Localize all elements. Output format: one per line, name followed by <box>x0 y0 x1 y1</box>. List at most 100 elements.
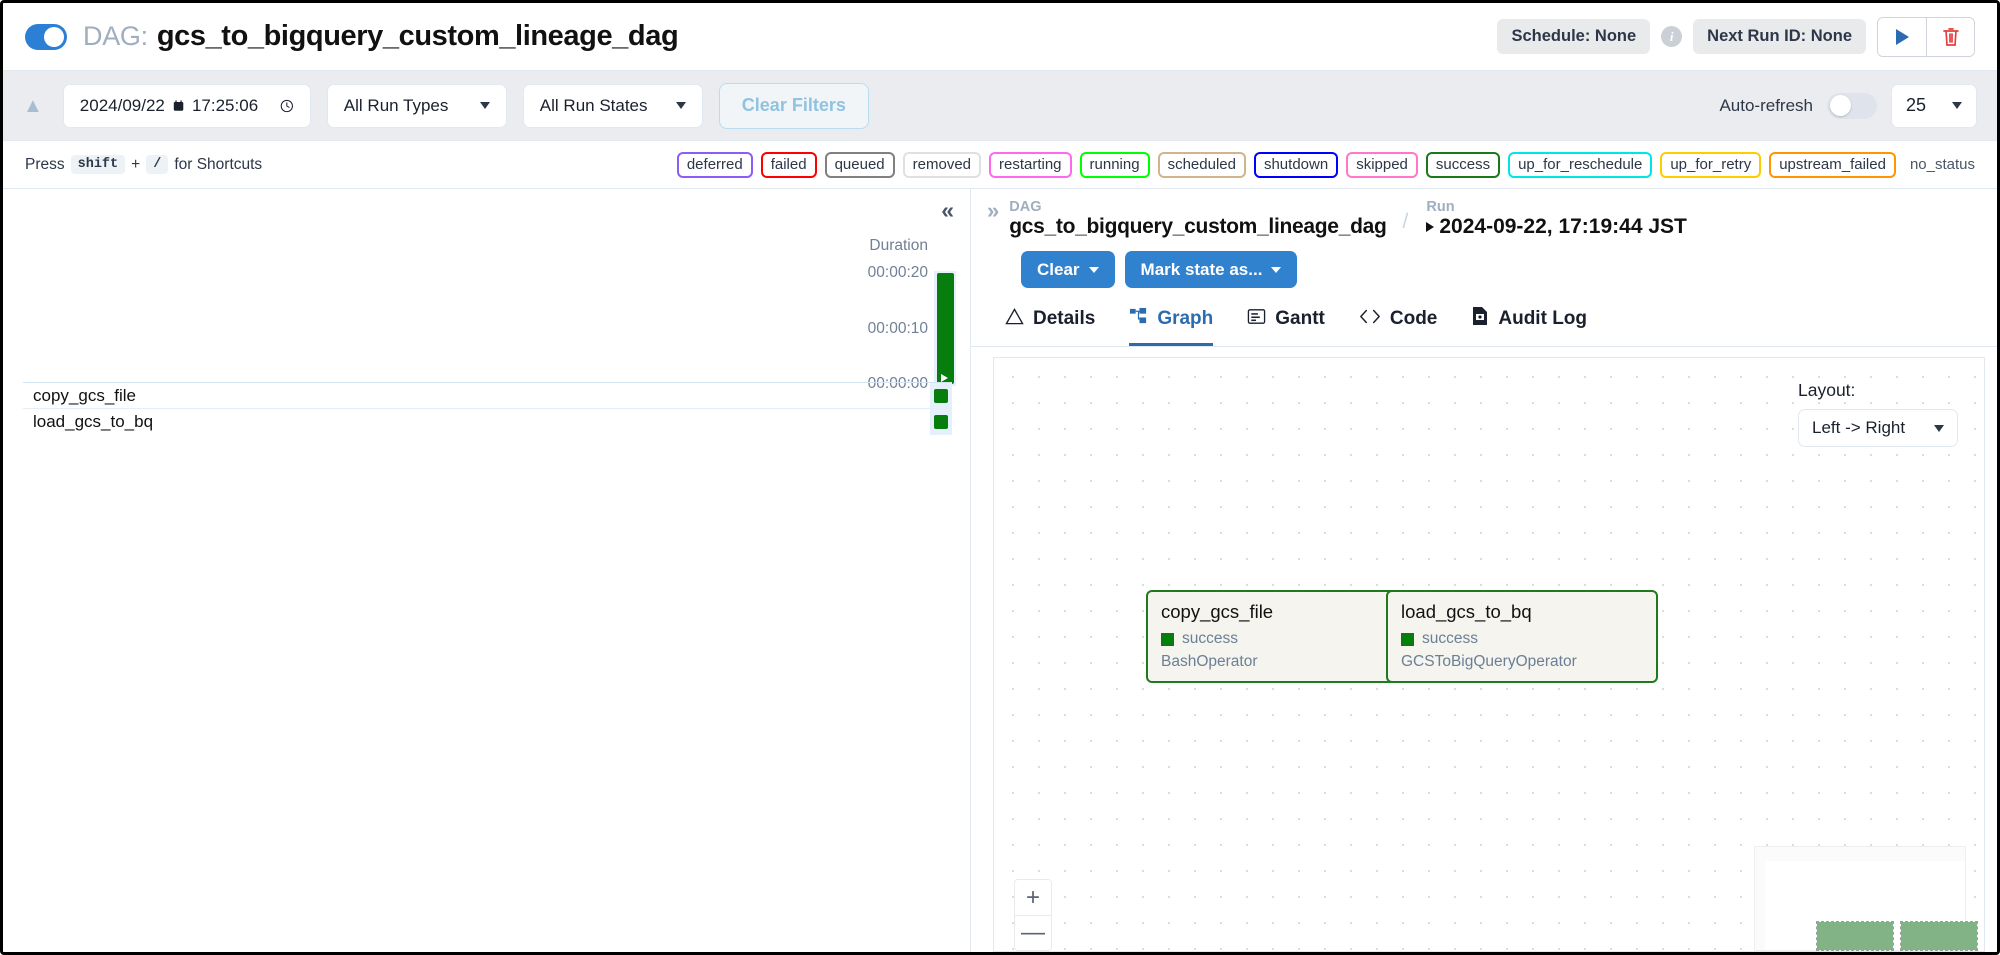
info-icon[interactable]: i <box>1661 26 1683 47</box>
graph-icon <box>1129 307 1148 332</box>
state-badge-skipped[interactable]: skipped <box>1346 151 1418 178</box>
task-instance-cell[interactable] <box>930 408 952 435</box>
layout-select[interactable]: Left -> Right <box>1798 409 1958 447</box>
minimap-node <box>1816 921 1894 951</box>
minimap-node <box>1900 921 1978 951</box>
graph-node-copy-gcs-file[interactable]: copy_gcs_file success BashOperator <box>1146 590 1418 683</box>
node-state-label: success <box>1422 630 1478 647</box>
tab-code[interactable]: Code <box>1359 306 1438 346</box>
triangle-alert-icon <box>1005 307 1024 332</box>
state-badge-up_for_reschedule[interactable]: up_for_reschedule <box>1508 151 1653 178</box>
state-badge-success[interactable]: success <box>1425 151 1501 178</box>
breadcrumb-run-value: 2024-09-22, 17:19:44 JST <box>1439 215 1687 238</box>
duration-title: Duration <box>869 237 928 254</box>
minimap-viewport <box>1765 861 1978 951</box>
axis-label-0: 00:00:20 <box>867 264 928 281</box>
run-marker-icon <box>940 374 948 382</box>
breadcrumb-run: Run 2024-09-22, 17:19:44 JST <box>1426 199 1687 239</box>
state-badge-scheduled[interactable]: scheduled <box>1157 151 1246 178</box>
state-badge-removed[interactable]: removed <box>902 151 981 178</box>
layout-control: Layout: Left -> Right <box>1798 380 1958 447</box>
dag-prefix-label: DAG: <box>83 21 148 51</box>
task-row[interactable]: copy_gcs_file <box>23 382 952 409</box>
run-date-input[interactable]: 2024/09/22 17:25:06 <box>62 83 311 128</box>
run-state-select[interactable]: All Run States <box>522 83 703 128</box>
graph-minimap[interactable] <box>1754 846 1978 951</box>
state-badge-running[interactable]: running <box>1079 151 1150 178</box>
next-run-id-chip: Next Run ID: None <box>1693 19 1866 54</box>
schedule-chip: Schedule: None <box>1497 19 1651 54</box>
dag-run-column[interactable] <box>934 271 956 386</box>
state-badge-restarting[interactable]: restarting <box>989 151 1072 178</box>
airflow-dag-page: DAG: gcs_to_bigquery_custom_lineage_dag … <box>0 0 2000 955</box>
delete-dag-button[interactable] <box>1926 17 1974 56</box>
state-badge-no-status[interactable]: no_status <box>1904 156 1975 173</box>
node-title: copy_gcs_file <box>1161 601 1274 622</box>
num-runs-value: 25 <box>1906 95 1927 115</box>
clear-button-label: Clear <box>1037 259 1080 279</box>
tab-label: Code <box>1389 308 1438 329</box>
breadcrumb-dag-value[interactable]: gcs_to_bigquery_custom_lineage_dag <box>1009 215 1387 239</box>
chevron-down-icon <box>675 102 686 109</box>
tab-label: Gantt <box>1275 308 1325 329</box>
auto-refresh-toggle[interactable] <box>1827 92 1877 119</box>
duration-chart: Duration 00:00:20 00:00:10 00:00:00 <box>836 237 956 392</box>
tab-gantt[interactable]: Gantt <box>1247 306 1325 346</box>
layout-label: Layout: <box>1798 380 1856 400</box>
breadcrumb-run-caption: Run <box>1426 199 1455 215</box>
zoom-controls: + — <box>1014 879 1052 951</box>
auto-refresh-label: Auto-refresh <box>1719 95 1813 115</box>
filter-bar-right: Auto-refresh 25 <box>1719 83 1977 128</box>
chevron-down-icon <box>1271 266 1282 273</box>
task-instance-cell[interactable] <box>930 382 952 409</box>
state-badge-upstream_failed[interactable]: upstream_failed <box>1769 151 1896 178</box>
chevron-down-icon <box>1934 424 1944 432</box>
node-title: load_gcs_to_bq <box>1401 601 1532 622</box>
dag-run-duration-bar[interactable] <box>936 273 954 384</box>
trash-icon <box>1942 27 1959 46</box>
chevron-down-icon <box>1952 102 1962 109</box>
date-value: 2024/09/22 <box>79 95 165 115</box>
dag-pause-toggle[interactable] <box>25 23 67 50</box>
tab-label: Audit Log <box>1498 308 1588 329</box>
main-content: « Duration 00:00:20 00:00:10 00:00:00 co… <box>3 189 1997 952</box>
plus-label: + <box>131 155 141 173</box>
graph-node-load-gcs-to-bq[interactable]: load_gcs_to_bq success GCSToBigQueryOper… <box>1386 590 1658 683</box>
mark-state-button[interactable]: Mark state as... <box>1124 251 1298 288</box>
run-expand-icon <box>1426 222 1435 232</box>
tab-graph[interactable]: Graph <box>1129 306 1214 346</box>
breadcrumb-run-value-wrap[interactable]: 2024-09-22, 17:19:44 JST <box>1426 215 1687 239</box>
state-badge-deferred[interactable]: deferred <box>676 151 753 178</box>
state-badge-queued[interactable]: queued <box>824 151 895 178</box>
trigger-dag-button[interactable] <box>1878 17 1926 56</box>
zoom-out-button[interactable]: — <box>1015 915 1051 950</box>
breadcrumb-separator: / <box>1402 210 1409 234</box>
state-badge-up_for_retry[interactable]: up_for_retry <box>1660 151 1762 178</box>
task-row[interactable]: load_gcs_to_bq <box>23 408 952 435</box>
state-badge-failed[interactable]: failed <box>760 151 817 178</box>
state-legend: deferred failed queued removed restarting run… <box>676 151 1975 178</box>
tab-audit-log[interactable]: Audit Log <box>1471 306 1587 346</box>
node-operator: GCSToBigQueryOperator <box>1401 653 1577 670</box>
node-state-label: success <box>1182 630 1238 647</box>
collapse-grid-icon[interactable]: « <box>941 199 954 222</box>
clear-filters-button[interactable]: Clear Filters <box>718 82 869 129</box>
num-runs-select[interactable]: 25 <box>1891 83 1977 128</box>
node-state: success <box>1161 630 1403 648</box>
zoom-in-button[interactable]: + <box>1015 880 1051 915</box>
tab-details[interactable]: Details <box>1005 306 1095 346</box>
legend-row: Press shift + / for Shortcuts deferred fa… <box>3 141 1997 189</box>
run-type-select[interactable]: All Run Types <box>326 83 507 128</box>
collapse-filters-icon[interactable]: ▲ <box>23 96 43 116</box>
graph-canvas[interactable]: Layout: Left -> Right copy_gcs_file succ… <box>993 357 1985 952</box>
task-name: load_gcs_to_bq <box>33 411 154 431</box>
state-badge-shutdown[interactable]: shutdown <box>1253 151 1339 178</box>
task-status-square-icon <box>934 414 948 429</box>
tab-label: Graph <box>1157 308 1214 329</box>
detail-panel: » DAG gcs_to_bigquery_custom_lineage_dag… <box>971 189 1997 952</box>
expand-grid-icon[interactable]: » <box>987 198 999 223</box>
clock-icon <box>280 99 294 112</box>
task-instance-rows: copy_gcs_file load_gcs_to_bq <box>23 382 952 435</box>
layout-value: Left -> Right <box>1812 418 1906 437</box>
clear-button[interactable]: Clear <box>1021 251 1115 288</box>
